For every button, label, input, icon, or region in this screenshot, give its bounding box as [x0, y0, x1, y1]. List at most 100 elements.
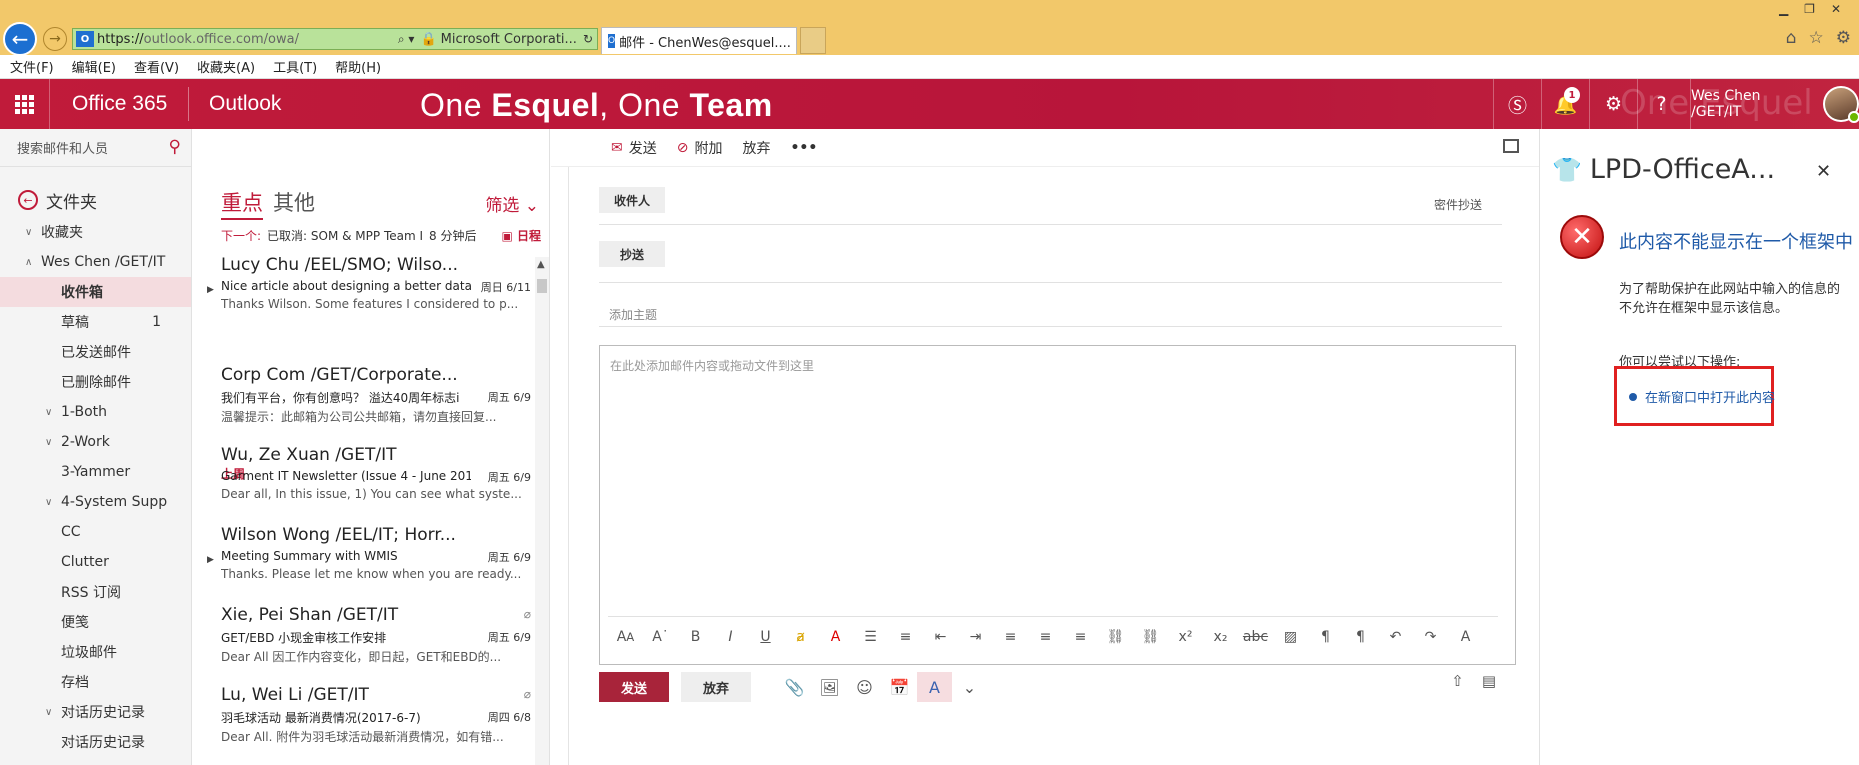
next-event[interactable]: 下一个: 已取消: SOM & MPP Team I 8 分钟后 ▣ 日程: [221, 227, 541, 244]
settings-gear-icon[interactable]: ⚙: [1836, 28, 1851, 48]
folder-item[interactable]: 存档: [0, 667, 191, 697]
home-icon[interactable]: ⌂: [1786, 28, 1797, 48]
align-center-icon[interactable]: ≡: [1028, 629, 1063, 645]
folder-item[interactable]: 便笺: [0, 607, 191, 637]
font-size-icon[interactable]: AA: [608, 629, 643, 645]
menu-item[interactable]: 帮助(H): [335, 57, 381, 76]
chevron-down-icon[interactable]: ∨: [45, 407, 52, 418]
insert-link-icon[interactable]: ⛓: [1098, 629, 1133, 645]
menu-item[interactable]: 查看(V): [134, 57, 179, 76]
help-icon[interactable]: ?: [1637, 79, 1685, 129]
attach-toolbar-button[interactable]: ⊘ 附加: [677, 138, 723, 158]
scroll-up-icon[interactable]: ▲: [537, 259, 545, 270]
folder-item[interactable]: ∧ Wes Chen /GET/IT: [0, 247, 191, 277]
attach-icon[interactable]: 📎: [777, 672, 812, 702]
to-button[interactable]: 收件人: [599, 187, 665, 213]
folders-header[interactable]: ← 文件夹: [0, 187, 191, 213]
folder-item[interactable]: ∨ 收藏夹: [0, 217, 191, 247]
ltr-icon[interactable]: ¶: [1308, 629, 1343, 645]
suite-title[interactable]: Office 365: [72, 92, 167, 116]
message-body[interactable]: 在此处添加邮件内容或拖动文件到这里 AA A˙ B I U ⱥ A ☰ ≡ ⇤ …: [599, 345, 1516, 665]
insert-picture-icon[interactable]: ▨: [1273, 629, 1308, 645]
collapse-pane-icon[interactable]: ←: [18, 190, 38, 210]
superscript-icon[interactable]: x²: [1168, 629, 1203, 645]
favorites-star-icon[interactable]: ☆: [1809, 28, 1824, 48]
expand-thread-icon[interactable]: ▶: [207, 285, 214, 295]
chevron-down-icon[interactable]: ∨: [45, 437, 52, 448]
close-tab-icon[interactable]: ✕: [795, 34, 796, 48]
user-menu[interactable]: Wes Chen /GET/IT: [1690, 79, 1859, 129]
calendar-invite-icon[interactable]: 📅: [882, 672, 917, 702]
font-color-icon[interactable]: A: [818, 629, 853, 645]
rtl-icon[interactable]: ¶: [1343, 629, 1378, 645]
refresh-icon[interactable]: ↻: [583, 32, 593, 46]
folder-item[interactable]: 对话历史记录: [0, 727, 191, 757]
notifications-bell-icon[interactable]: 🔔 1: [1541, 79, 1589, 129]
folder-item[interactable]: 已删除邮件: [0, 367, 191, 397]
filter-button[interactable]: 筛选 ⌄: [485, 191, 539, 216]
folder-item[interactable]: ∨ 4-System Supp: [0, 487, 191, 517]
folder-item[interactable]: ∨ 2-Work: [0, 427, 191, 457]
tab-other[interactable]: 其他: [273, 187, 315, 220]
folder-item[interactable]: ∨ 对话历史记录: [0, 697, 191, 727]
folder-item[interactable]: ∨ 1-Both: [0, 397, 191, 427]
chevron-down-icon[interactable]: ∨: [45, 497, 52, 508]
undo-icon[interactable]: ↶: [1378, 629, 1413, 645]
search-icon[interactable]: ⚲: [169, 137, 181, 157]
folder-item[interactable]: RSS 订阅: [0, 577, 191, 607]
restore-icon[interactable]: ❐: [1804, 2, 1815, 16]
importance-icon[interactable]: ⇧: [1451, 672, 1464, 690]
certificate-indicator[interactable]: 🔒 Microsoft Corporati...: [420, 32, 576, 47]
redo-icon[interactable]: ↷: [1413, 629, 1448, 645]
discard-button[interactable]: 放弃: [681, 672, 751, 702]
addin-icon[interactable]: ▤: [1482, 672, 1496, 690]
increase-indent-icon[interactable]: ⇥: [958, 629, 993, 645]
menu-item[interactable]: 文件(F): [10, 57, 54, 76]
subscript-icon[interactable]: x₂: [1203, 629, 1238, 645]
calendar-link[interactable]: ▣ 日程: [501, 227, 541, 244]
chevron-down-icon[interactable]: ∨: [25, 227, 32, 238]
bullets-icon[interactable]: ☰: [853, 629, 888, 645]
highlight-icon[interactable]: ⱥ: [783, 629, 818, 645]
new-tab-button[interactable]: [800, 27, 826, 54]
browser-tab-active[interactable]: O 邮件 - ChenWes@esquel.... ✕: [601, 27, 797, 54]
skype-icon[interactable]: Ⓢ: [1493, 79, 1541, 129]
clear-format-icon[interactable]: A: [1448, 629, 1483, 645]
folder-item[interactable]: 已发送邮件: [0, 337, 191, 367]
app-title[interactable]: Outlook: [209, 92, 281, 116]
search-dropdown-icon[interactable]: ⌕ ▾: [398, 32, 415, 47]
list-scrollbar[interactable]: ▲: [535, 257, 549, 765]
folder-item[interactable]: Clutter: [0, 547, 191, 577]
folder-item[interactable]: 收件箱: [0, 277, 191, 307]
address-url[interactable]: https://outlook.office.com/owa/: [97, 32, 299, 47]
decrease-indent-icon[interactable]: ⇤: [923, 629, 958, 645]
app-launcher-icon[interactable]: [0, 79, 50, 129]
settings-gear-icon[interactable]: ⚙: [1589, 79, 1637, 129]
strikethrough-icon[interactable]: abc: [1238, 629, 1273, 645]
popout-icon[interactable]: [1503, 139, 1519, 153]
menu-item[interactable]: 编辑(E): [72, 57, 116, 76]
avatar[interactable]: [1823, 86, 1859, 123]
remove-link-icon[interactable]: ⛓: [1133, 629, 1168, 645]
send-toolbar-button[interactable]: ✉ 发送: [611, 138, 657, 158]
folder-item[interactable]: 草稿 1: [0, 307, 191, 337]
forward-button[interactable]: →: [43, 27, 67, 51]
emoji-icon[interactable]: ☺: [847, 672, 882, 702]
underline-icon[interactable]: U: [748, 629, 783, 645]
close-icon[interactable]: ✕: [1816, 161, 1831, 182]
address-bar[interactable]: O https://outlook.office.com/owa/ ⌕ ▾ 🔒 M…: [72, 28, 598, 50]
minimize-icon[interactable]: ▁: [1779, 2, 1788, 16]
align-right-icon[interactable]: ≡: [1063, 629, 1098, 645]
discard-toolbar-button[interactable]: 放弃: [742, 138, 770, 158]
folder-item[interactable]: 垃圾邮件: [0, 637, 191, 667]
message-item[interactable]: Lu, Wei Li /GET/IT 羽毛球活动 最新消费情况(2017-6-7)…: [221, 685, 531, 745]
search-input[interactable]: 搜索邮件和人员 ⚲: [0, 129, 191, 167]
subject-field[interactable]: [599, 283, 1502, 327]
to-row[interactable]: 收件人 密件抄送: [599, 167, 1502, 225]
close-window-icon[interactable]: ✕: [1831, 2, 1841, 16]
send-button[interactable]: 发送: [599, 672, 669, 702]
grow-font-icon[interactable]: A˙: [643, 629, 678, 645]
chevron-up-icon[interactable]: ∧: [25, 257, 32, 268]
expand-thread-icon[interactable]: ▶: [207, 555, 214, 565]
cc-row[interactable]: 抄送: [599, 225, 1502, 283]
